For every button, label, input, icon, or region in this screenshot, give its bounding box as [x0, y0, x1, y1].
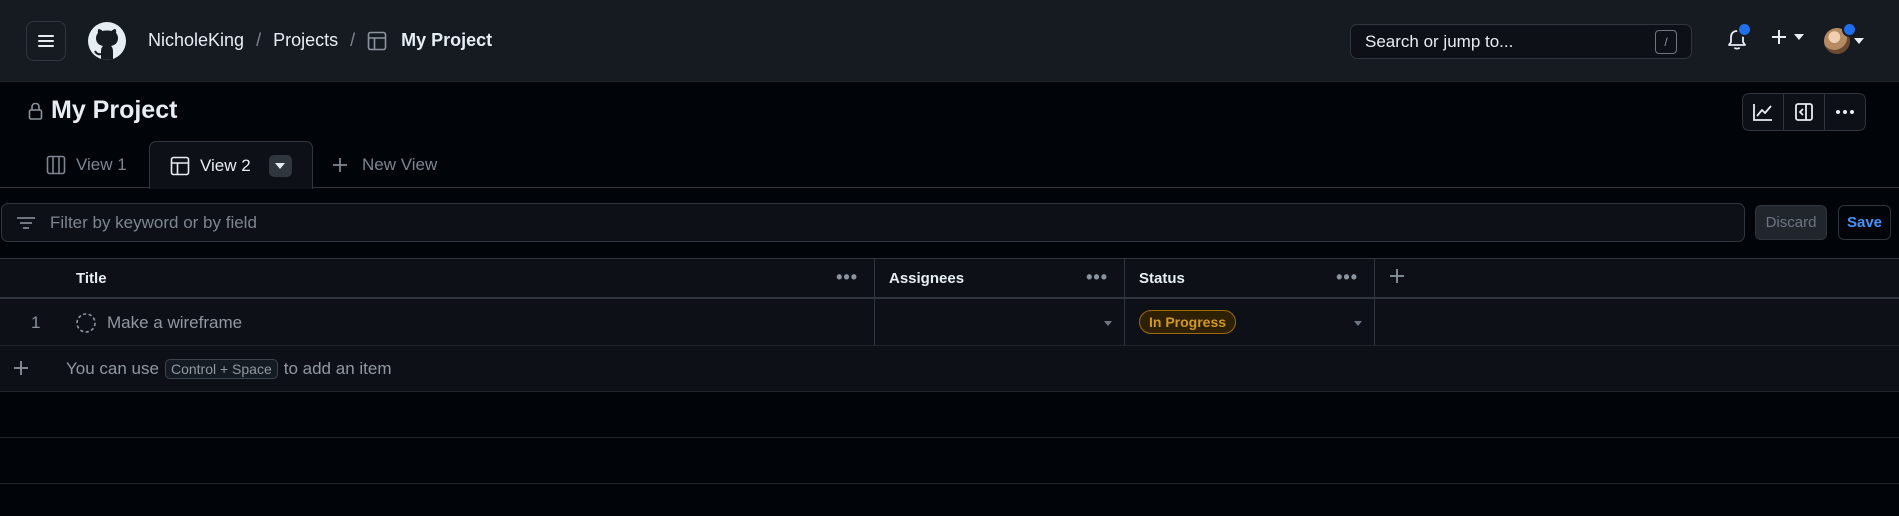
breadcrumb-separator: /: [350, 30, 356, 50]
add-item-row[interactable]: You can use Control + Space to add an it…: [0, 346, 1899, 392]
add-item-hint[interactable]: You can use Control + Space to add an it…: [66, 346, 392, 392]
triangle-down-icon: [275, 162, 286, 169]
table-header: Title ••• Assignees ••• Status •••: [0, 258, 1899, 299]
new-view-label: New View: [362, 154, 438, 174]
user-status-indicator: [1842, 22, 1857, 37]
item-title-text: Make a wireframe: [107, 312, 243, 332]
notifications-button[interactable]: [1726, 22, 1752, 57]
assignees-cell[interactable]: [875, 299, 1125, 345]
notification-indicator: [1737, 22, 1752, 37]
search-shortcut-key: /: [1655, 29, 1677, 54]
discard-button[interactable]: Discard: [1755, 205, 1827, 240]
filter-placeholder: Filter by keyword or by field: [50, 212, 257, 232]
column-header-status[interactable]: Status •••: [1125, 259, 1375, 298]
tab-view-2[interactable]: View 2: [149, 141, 313, 189]
filter-input[interactable]: Filter by keyword or by field: [1, 203, 1745, 242]
breadcrumb-current-project[interactable]: My Project: [367, 30, 492, 51]
row-number-header: [0, 259, 60, 298]
add-field-button[interactable]: [1388, 267, 1406, 290]
empty-row: [0, 438, 1899, 484]
breadcrumb-owner-link[interactable]: NicholeKing: [148, 30, 244, 51]
project-title: My Project: [28, 96, 177, 125]
item-title[interactable]: Make a wireframe: [75, 299, 242, 346]
view-options-button[interactable]: [268, 154, 292, 177]
search-placeholder: Search or jump to...: [1365, 31, 1514, 51]
insights-button[interactable]: [1743, 94, 1784, 130]
plus-icon: [1772, 30, 1786, 44]
board-icon: [46, 155, 66, 174]
column-title-label: Title: [76, 270, 107, 287]
column-header-assignees[interactable]: Assignees •••: [875, 259, 1125, 298]
plus-icon: [333, 157, 347, 172]
top-header: NicholeKing / Projects / My Project Sear…: [0, 0, 1899, 82]
filter-icon: [17, 216, 35, 229]
add-hint-suffix: to add an item: [283, 359, 392, 378]
chevron-down-icon: [1794, 34, 1804, 40]
status-cell[interactable]: In Progress: [1125, 299, 1375, 345]
column-status-label: Status: [1139, 270, 1185, 287]
search-input[interactable]: Search or jump to... /: [1350, 24, 1692, 59]
column-menu-icon[interactable]: •••: [1336, 267, 1358, 288]
keyboard-shortcut: Control + Space: [164, 359, 278, 379]
breadcrumb: NicholeKing / Projects / My Project: [148, 30, 492, 51]
insights-icon: [1753, 104, 1772, 121]
chevron-down-icon[interactable]: [1104, 321, 1112, 326]
project-toolbar: [1742, 93, 1866, 131]
row-number: 1: [31, 313, 41, 332]
chevron-down-icon[interactable]: [1354, 321, 1362, 326]
column-header-title[interactable]: Title •••: [60, 259, 875, 298]
user-menu-button[interactable]: [1824, 22, 1864, 54]
hamburger-menu-button[interactable]: [26, 21, 66, 61]
new-view-button[interactable]: New View: [332, 141, 437, 188]
project-more-button[interactable]: [1825, 94, 1865, 130]
table-icon: [367, 31, 387, 50]
table-icon: [170, 156, 190, 175]
add-item-button[interactable]: [12, 359, 30, 382]
column-assignees-label: Assignees: [889, 270, 965, 287]
side-panel-button[interactable]: [1784, 94, 1825, 130]
column-menu-icon[interactable]: •••: [836, 267, 858, 288]
breadcrumb-separator: /: [256, 30, 262, 50]
project-title-text: My Project: [51, 96, 178, 124]
add-hint-prefix: You can use: [66, 359, 159, 378]
create-new-button[interactable]: [1770, 28, 1804, 46]
kebab-horizontal-icon: [1836, 110, 1854, 114]
draft-issue-icon: [76, 312, 96, 333]
chevron-down-icon: [1854, 38, 1864, 44]
breadcrumb-projects-link[interactable]: Projects: [273, 30, 338, 51]
column-menu-icon[interactable]: •••: [1086, 267, 1108, 288]
tab-view-1[interactable]: View 1: [46, 141, 127, 188]
tab-view-2-label: View 2: [200, 155, 251, 175]
empty-row: [0, 392, 1899, 438]
view-tabs: View 1 View 2 New View: [0, 141, 1899, 189]
plus-icon: [14, 361, 28, 375]
breadcrumb-current-label: My Project: [401, 30, 493, 50]
hamburger-icon: [38, 35, 54, 47]
lock-icon: [28, 102, 43, 120]
sidebar-panel-icon: [1795, 103, 1813, 121]
save-button[interactable]: Save: [1838, 205, 1891, 240]
status-badge: In Progress: [1139, 310, 1237, 334]
plus-icon: [1390, 269, 1404, 283]
table-row[interactable]: 1 Make a wireframe In Progress: [0, 299, 1899, 346]
tab-view-1-label: View 1: [76, 154, 127, 174]
github-logo-icon[interactable]: [87, 21, 127, 61]
